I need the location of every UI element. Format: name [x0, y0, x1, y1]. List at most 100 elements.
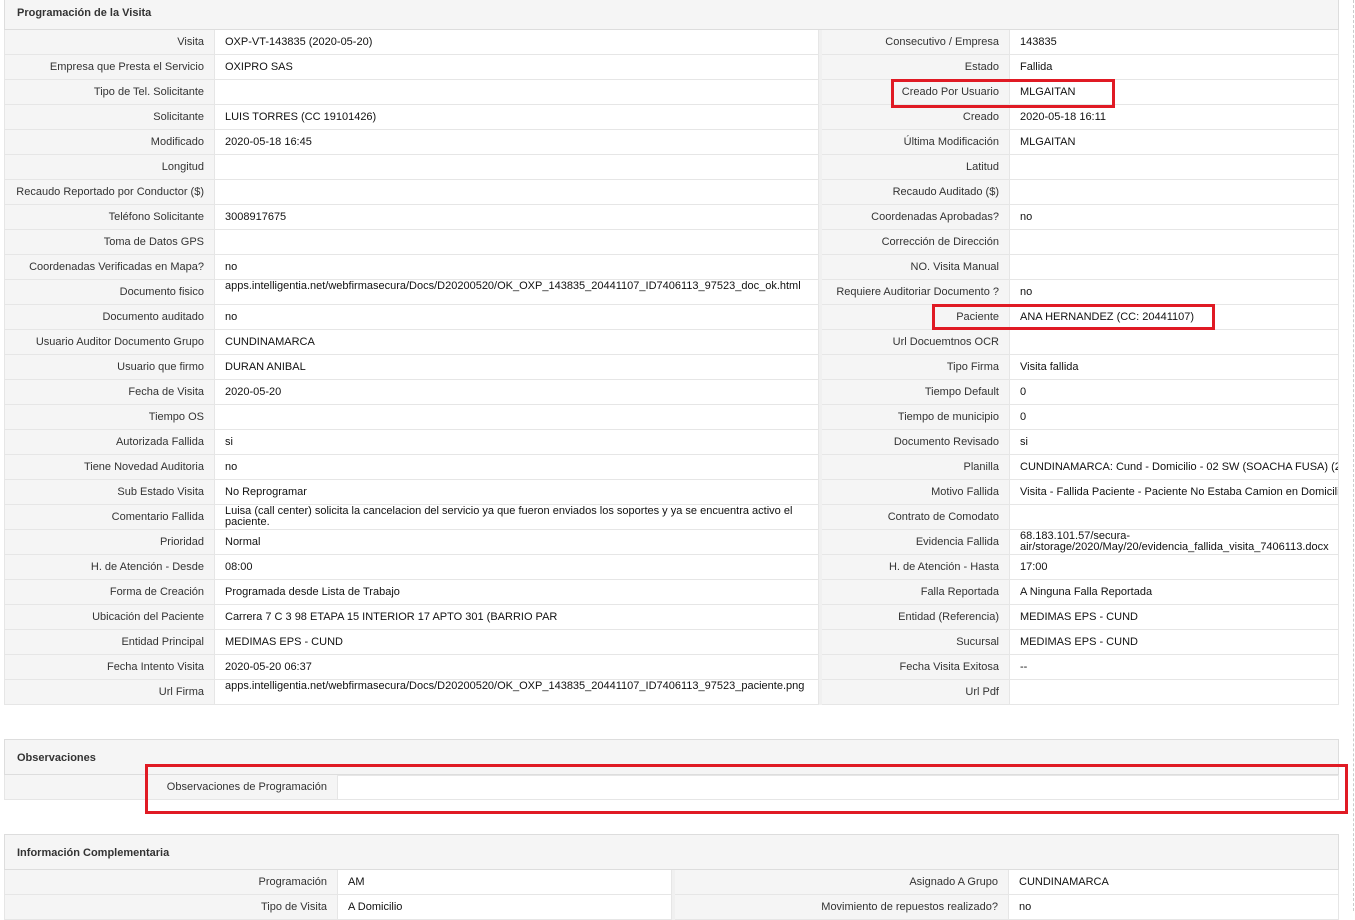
field-value: no — [1009, 895, 1339, 920]
field-label: Creado Por Usuario — [822, 80, 1010, 105]
field-label: Entidad Principal — [4, 630, 215, 655]
field-label: Tiene Novedad Auditoria — [4, 455, 215, 480]
detail-row: H. de Atención - Desde 08:00 H. de Atenció… — [4, 555, 1339, 580]
detail-row: Programación AM Asignado A Grupo CUNDINAMAR… — [4, 870, 1339, 895]
detail-row: Autorizada Fallida si Documento Revisado si — [4, 430, 1339, 455]
detail-row: Url Firma apps.intelligentia.net/webfirma… — [4, 680, 1339, 705]
field-label: Programación — [4, 870, 338, 895]
field-value: no — [1010, 205, 1339, 230]
detail-row: Fecha de Visita 2020-05-20 Tiempo Default 0 — [4, 380, 1339, 405]
field-label: Fecha Intento Visita — [4, 655, 215, 680]
field-value: Luisa (call center) solicita la cancelac… — [215, 505, 819, 530]
detail-row: Tipo de Visita A Domicilio Movimiento de r… — [4, 895, 1339, 920]
detail-row: Teléfono Solicitante 3008917675 Coordenada… — [4, 205, 1339, 230]
field-value: Visita - Fallida Paciente - Paciente No … — [1010, 480, 1339, 505]
field-label: Evidencia Fallida — [822, 530, 1010, 555]
field-value: A Domicilio — [338, 895, 672, 920]
complementaria-panel: Información Complementaria Programación A… — [4, 834, 1339, 920]
field-value: Visita fallida — [1010, 355, 1339, 380]
field-label: Longitud — [4, 155, 215, 180]
observaciones-label: Observaciones de Programación — [4, 775, 338, 800]
field-label: Tipo de Tel. Solicitante — [4, 80, 215, 105]
observaciones-row: Observaciones de Programación — [4, 775, 1339, 800]
field-value: apps.intelligentia.net/webfirmasecura/Do… — [215, 280, 819, 305]
field-value — [1010, 155, 1339, 180]
field-label: Paciente — [822, 305, 1010, 330]
detail-row: Fecha Intento Visita 2020-05-20 06:37 Fech… — [4, 655, 1339, 680]
field-value — [1010, 680, 1339, 705]
field-value: apps.intelligentia.net/webfirmasecura/Do… — [215, 680, 819, 705]
detail-row: Tiene Novedad Auditoria no Planilla CUNDINA… — [4, 455, 1339, 480]
field-value: CUNDINAMARCA — [215, 330, 819, 355]
complementaria-grid: Programación AM Asignado A Grupo CUNDINAMAR… — [4, 870, 1339, 920]
field-value: OXP-VT-143835 (2020-05-20) — [215, 30, 819, 55]
field-label: Usuario Auditor Documento Grupo — [4, 330, 215, 355]
field-label: Url Pdf — [822, 680, 1010, 705]
field-value: OXIPRO SAS — [215, 55, 819, 80]
field-value — [1010, 230, 1339, 255]
field-label: Fecha de Visita — [4, 380, 215, 405]
field-label: Tiempo de municipio — [822, 405, 1010, 430]
field-value: 2020-05-18 16:45 — [215, 130, 819, 155]
field-label: Creado — [822, 105, 1010, 130]
field-label: Movimiento de repuestos realizado? — [675, 895, 1009, 920]
field-label: NO. Visita Manual — [822, 255, 1010, 280]
field-label: Tipo Firma — [822, 355, 1010, 380]
detail-row: Usuario Auditor Documento Grupo CUNDINAMA… — [4, 330, 1339, 355]
field-value — [215, 230, 819, 255]
field-value: CUNDINAMARCA — [1009, 870, 1339, 895]
field-label: H. de Atención - Hasta — [822, 555, 1010, 580]
field-label: Corrección de Dirección — [822, 230, 1010, 255]
programacion-panel: Programación de la Visita Visita OXP-VT-1… — [4, 0, 1339, 705]
field-value: si — [1010, 430, 1339, 455]
field-label: Toma de Datos GPS — [4, 230, 215, 255]
field-label: Coordenadas Aprobadas? — [822, 205, 1010, 230]
field-label: Tiempo OS — [4, 405, 215, 430]
field-label: Comentario Fallida — [4, 505, 215, 530]
field-label: Teléfono Solicitante — [4, 205, 215, 230]
detail-row: Forma de Creación Programada desde Lista … — [4, 580, 1339, 605]
field-label: Url Docuemtnos OCR — [822, 330, 1010, 355]
field-value: Carrera 7 C 3 98 ETAPA 15 INTERIOR 17 AP… — [215, 605, 819, 630]
detail-row: Entidad Principal MEDIMAS EPS - CUND Sucur… — [4, 630, 1339, 655]
field-value: no — [215, 255, 819, 280]
field-value: 2020-05-20 06:37 — [215, 655, 819, 680]
field-value: MLGAITAN — [1010, 130, 1339, 155]
field-label: Forma de Creación — [4, 580, 215, 605]
observaciones-heading: Observaciones — [4, 739, 1339, 775]
field-label: Empresa que Presta el Servicio — [4, 55, 215, 80]
field-label: Recaudo Auditado ($) — [822, 180, 1010, 205]
field-label: Url Firma — [4, 680, 215, 705]
detail-row: Empresa que Presta el Servicio OXIPRO SAS… — [4, 55, 1339, 80]
field-value: -- — [1010, 655, 1339, 680]
field-value: CUNDINAMARCA: Cund - Domicilio - 02 SW (… — [1010, 455, 1339, 480]
field-label: Modificado — [4, 130, 215, 155]
field-label: Entidad (Referencia) — [822, 605, 1010, 630]
field-value: si — [215, 430, 819, 455]
field-label: Prioridad — [4, 530, 215, 555]
field-value: AM — [338, 870, 672, 895]
field-label: Solicitante — [4, 105, 215, 130]
field-value — [215, 155, 819, 180]
field-value — [215, 180, 819, 205]
observaciones-panel: Observaciones Observaciones de Programac… — [4, 739, 1339, 800]
field-label: Falla Reportada — [822, 580, 1010, 605]
detail-row: Prioridad Normal Evidencia Fallida 68.183.1… — [4, 530, 1339, 555]
field-value: LUIS TORRES (CC 19101426) — [215, 105, 819, 130]
field-label: H. de Atención - Desde — [4, 555, 215, 580]
field-value: 68.183.101.57/secura-air/storage/2020/Ma… — [1010, 530, 1339, 555]
field-label: Ubicación del Paciente — [4, 605, 215, 630]
detail-row: Solicitante LUIS TORRES (CC 19101426) Crea… — [4, 105, 1339, 130]
detail-row: Tiempo OS Tiempo de municipio 0 — [4, 405, 1339, 430]
field-value — [215, 405, 819, 430]
detail-row: Recaudo Reportado por Conductor ($) Recau… — [4, 180, 1339, 205]
field-label: Documento fisico — [4, 280, 215, 305]
programacion-heading: Programación de la Visita — [4, 0, 1339, 30]
detail-row: Longitud Latitud — [4, 155, 1339, 180]
field-label: Autorizada Fallida — [4, 430, 215, 455]
field-label: Usuario que firmo — [4, 355, 215, 380]
field-value: Normal — [215, 530, 819, 555]
field-label: Coordenadas Verificadas en Mapa? — [4, 255, 215, 280]
detail-row: Documento fisico apps.intelligentia.net/w… — [4, 280, 1339, 305]
field-label: Documento auditado — [4, 305, 215, 330]
